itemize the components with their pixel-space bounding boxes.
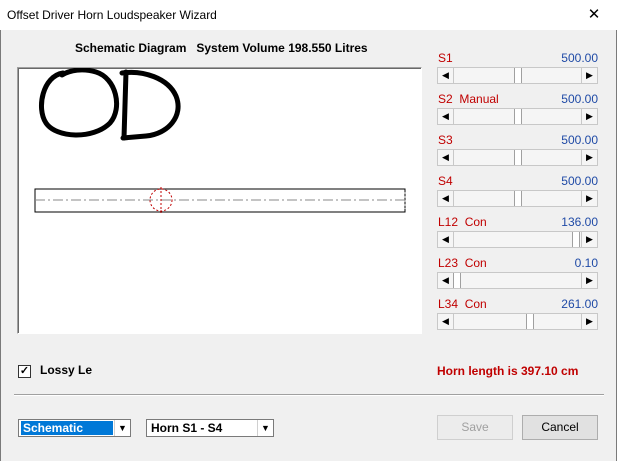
slider-thumb[interactable]: [514, 191, 522, 206]
schematic-canvas: [17, 67, 422, 334]
slider-value: 500.00: [561, 133, 598, 147]
save-button[interactable]: Save: [437, 415, 513, 440]
slider-thumb[interactable]: [572, 232, 580, 247]
slider-value: 261.00: [561, 297, 598, 311]
chevron-down-icon[interactable]: ▼: [257, 420, 273, 436]
scroll-right-icon[interactable]: ▶: [581, 109, 597, 124]
scroll-right-icon[interactable]: ▶: [581, 191, 597, 206]
section-select[interactable]: Horn S1 - S4 ▼: [146, 419, 274, 437]
slider-thumb[interactable]: [526, 314, 534, 329]
scroll-right-icon[interactable]: ▶: [581, 68, 597, 83]
chevron-down-icon[interactable]: ▼: [114, 420, 130, 436]
slider-track[interactable]: ◀ ▶: [437, 272, 598, 289]
close-icon[interactable]: ✕: [571, 0, 617, 30]
slider-value: 136.00: [561, 215, 598, 229]
scroll-left-icon[interactable]: ◀: [438, 150, 454, 165]
schematic-drawing: [34, 68, 406, 213]
scroll-left-icon[interactable]: ◀: [438, 232, 454, 247]
slider-thumb[interactable]: [514, 68, 522, 83]
horn-length-text: Horn length is 397.10 cm: [437, 364, 579, 378]
slider-track[interactable]: ◀ ▶: [437, 313, 598, 330]
slider-value: 0.10: [574, 256, 598, 270]
window-border-left: [0, 30, 1, 461]
slider-track[interactable]: ◀ ▶: [437, 231, 598, 248]
scroll-left-icon[interactable]: ◀: [438, 68, 454, 83]
slider-thumb[interactable]: [514, 109, 522, 124]
lossy-le-label[interactable]: Lossy Le: [40, 363, 92, 377]
scroll-right-icon[interactable]: ▶: [581, 273, 597, 288]
separator-line: [14, 394, 604, 396]
slider-label: S1: [438, 51, 453, 65]
window-title: Offset Driver Horn Loudspeaker Wizard: [7, 8, 217, 22]
slider-label: L23 Con: [438, 256, 487, 270]
slider-value: 500.00: [561, 92, 598, 106]
slider-track[interactable]: ◀ ▶: [437, 67, 598, 84]
section-select-value: Horn S1 - S4: [151, 421, 223, 435]
slider-track[interactable]: ◀ ▶: [437, 149, 598, 166]
title-bar: Offset Driver Horn Loudspeaker Wizard ✕: [0, 0, 617, 30]
view-select[interactable]: Schematic ▼: [18, 419, 131, 437]
slider-label: S4: [438, 174, 453, 188]
scroll-right-icon[interactable]: ▶: [581, 150, 597, 165]
scroll-left-icon[interactable]: ◀: [438, 314, 454, 329]
scroll-left-icon[interactable]: ◀: [438, 109, 454, 124]
scroll-left-icon[interactable]: ◀: [438, 191, 454, 206]
scroll-left-icon[interactable]: ◀: [438, 273, 454, 288]
lossy-le-checkbox[interactable]: ✓: [18, 365, 31, 378]
cancel-button[interactable]: Cancel: [522, 415, 598, 440]
slider-value: 500.00: [561, 51, 598, 65]
scroll-right-icon[interactable]: ▶: [581, 314, 597, 329]
scroll-right-icon[interactable]: ▶: [581, 232, 597, 247]
slider-thumb[interactable]: [453, 273, 461, 288]
slider-label: L34 Con: [438, 297, 487, 311]
od-logo: [39, 68, 181, 141]
slider-track[interactable]: ◀ ▶: [437, 108, 598, 125]
slider-label: S3: [438, 133, 453, 147]
view-select-value: Schematic: [21, 421, 113, 435]
slider-thumb[interactable]: [514, 150, 522, 165]
slider-track[interactable]: ◀ ▶: [437, 190, 598, 207]
slider-label: L12 Con: [438, 215, 487, 229]
slider-label: S2 Manual: [438, 92, 499, 106]
slider-value: 500.00: [561, 174, 598, 188]
schematic-heading: Schematic Diagram System Volume 198.550 …: [75, 41, 368, 55]
